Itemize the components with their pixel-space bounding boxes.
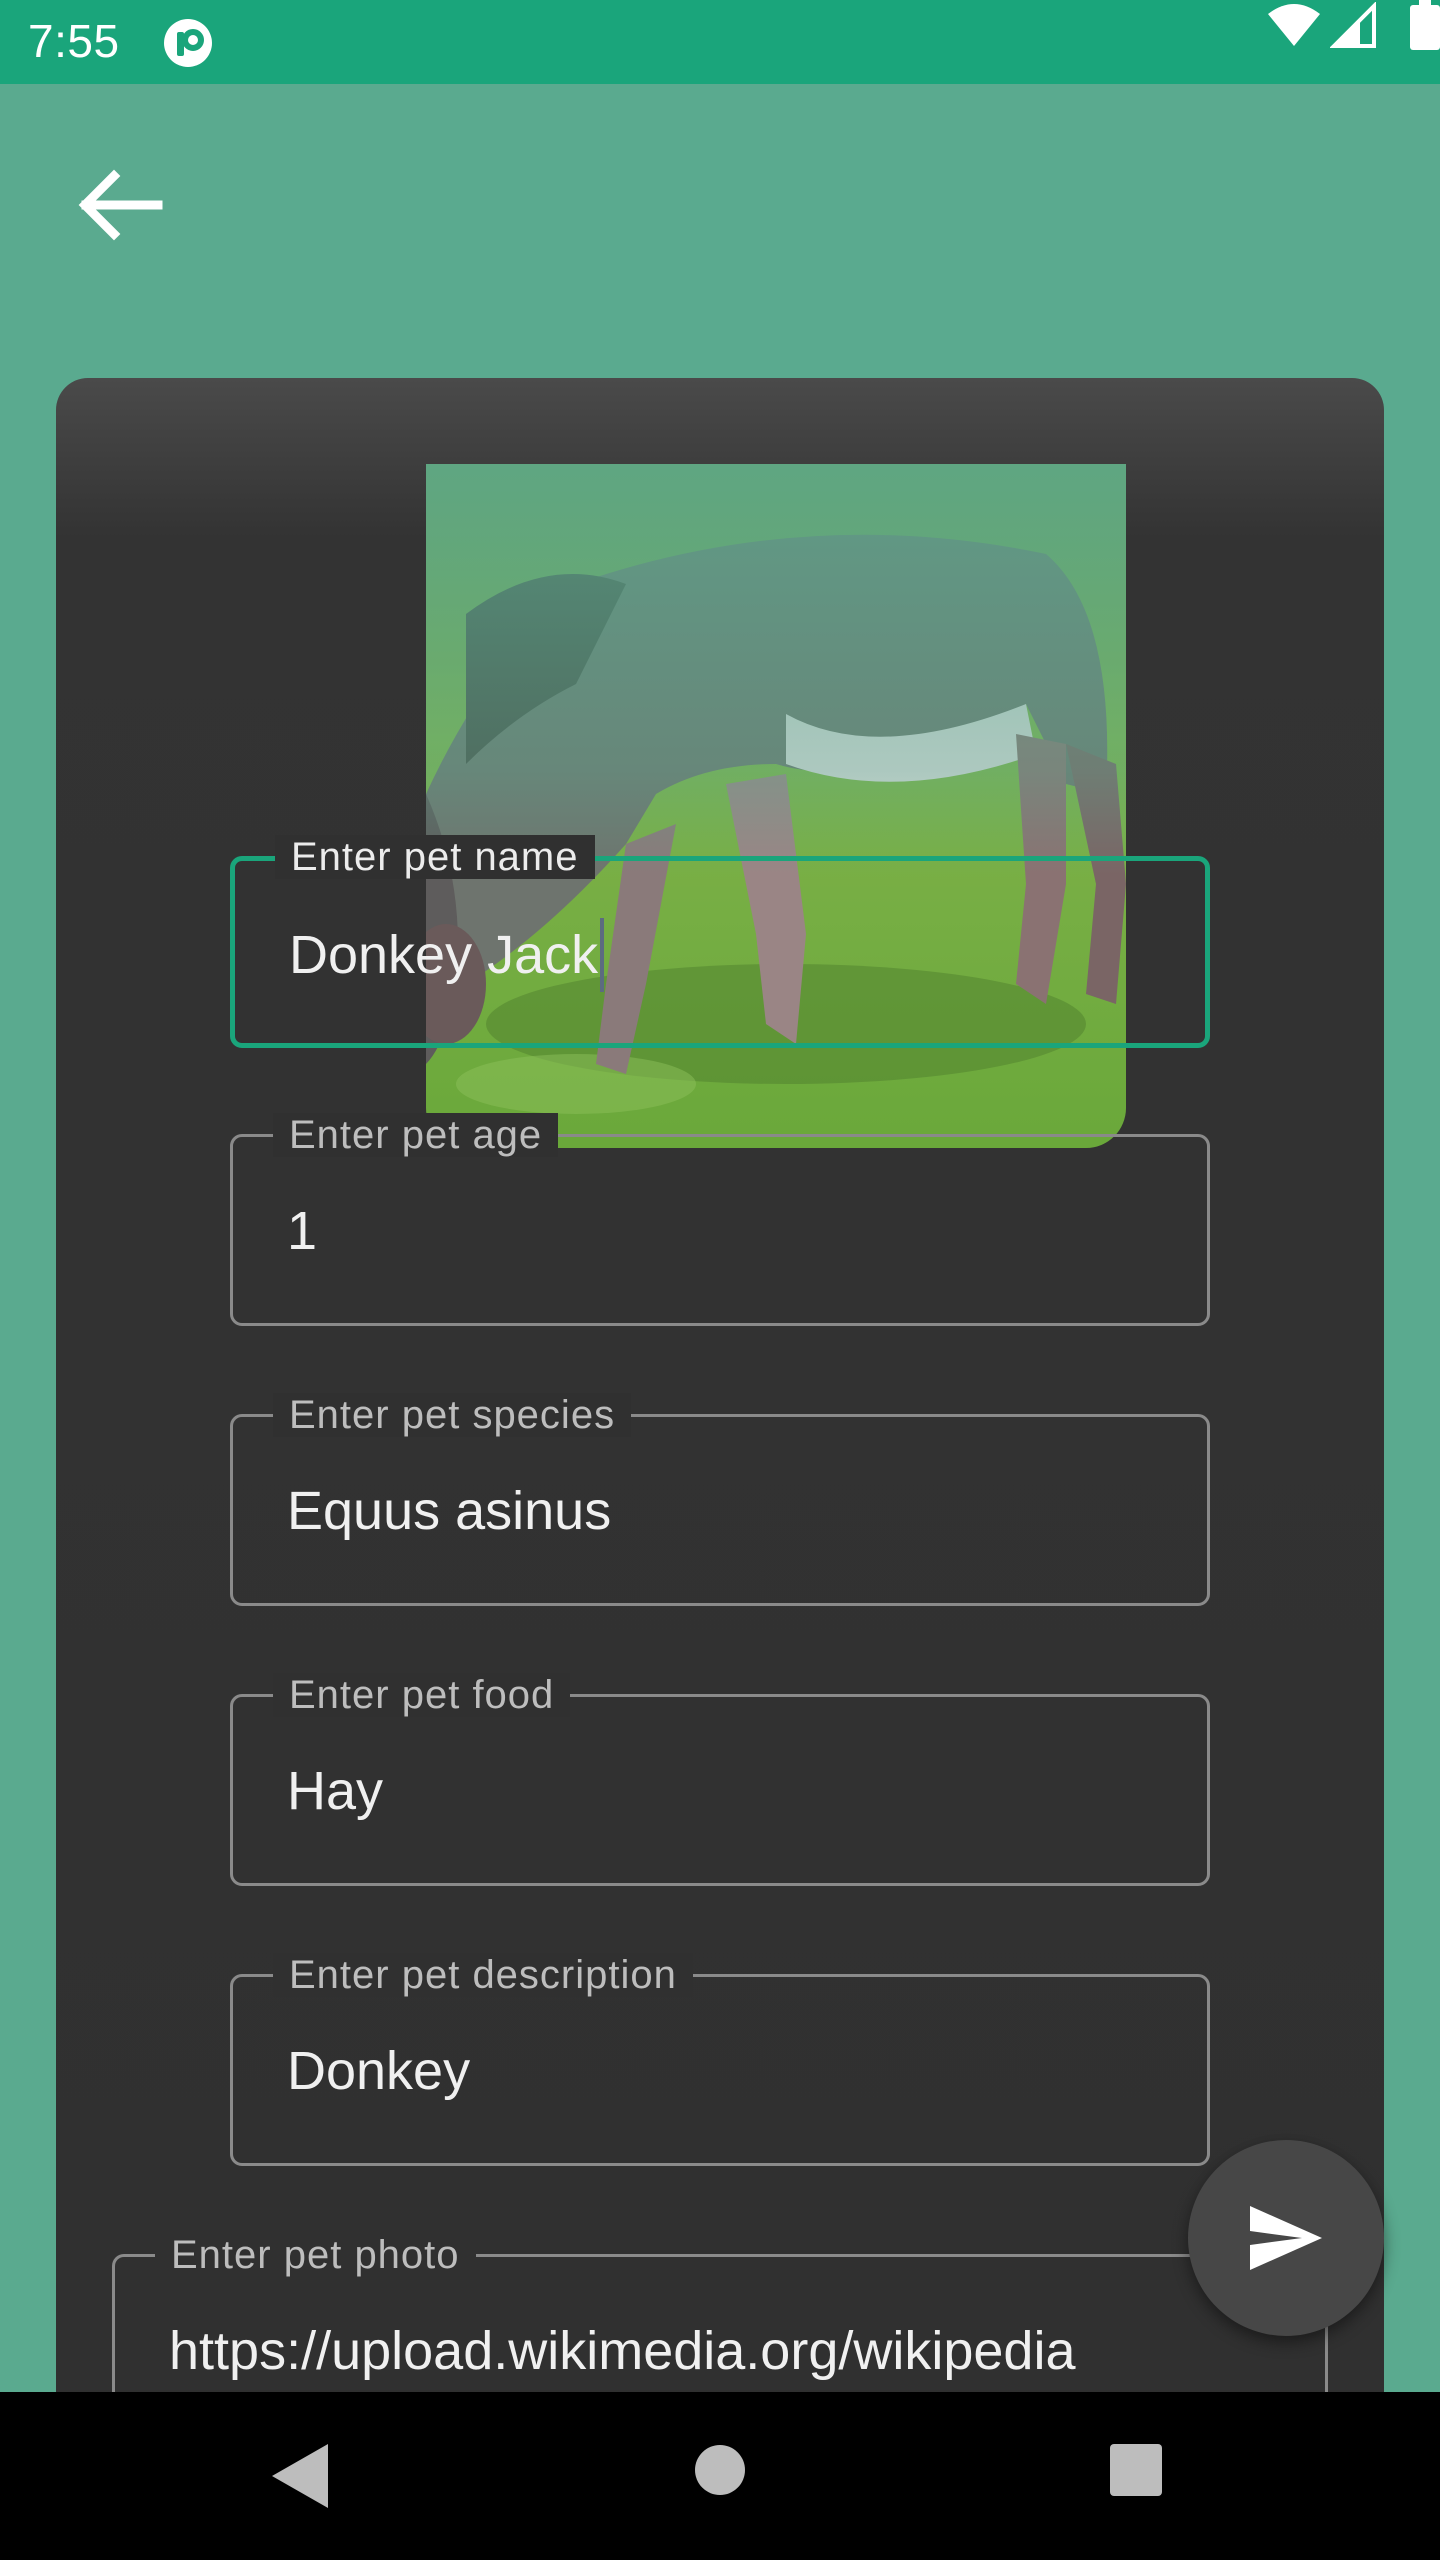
pet-age-label: Enter pet age [273,1113,559,1157]
pet-species-label: Enter pet species [273,1393,632,1437]
pet-species-field[interactable]: Enter pet species Equus asinus [230,1393,1210,1606]
submit-fab[interactable] [1188,2140,1384,2336]
nav-home-icon[interactable] [694,2444,746,2496]
pet-name-label: Enter pet name [275,835,595,879]
pet-name-text: Donkey Jack [289,925,599,985]
signal-icon [1330,2,1376,48]
pet-description-field[interactable]: Enter pet description Donkey [230,1953,1210,2166]
battery-icon [1410,0,1440,50]
back-button[interactable] [54,140,184,270]
wifi-icon [1268,4,1320,46]
pet-name-field[interactable]: Enter pet name Donkey Jack [230,835,1210,1048]
pet-food-value[interactable]: Hay [287,1759,383,1823]
status-bar: 7:55 [0,0,1440,84]
pet-age-field[interactable]: Enter pet age 1 [230,1113,1210,1326]
pet-species-value[interactable]: Equus asinus [287,1479,611,1543]
nav-back-icon[interactable] [268,2440,332,2512]
pet-name-value[interactable]: Donkey Jack [289,917,605,992]
navigation-bar [0,2392,1440,2560]
pet-photo-label: Enter pet photo [155,2233,476,2277]
pet-food-label: Enter pet food [273,1673,571,1717]
send-icon [1250,2206,1322,2270]
status-time: 7:55 [28,15,120,67]
pet-photo-value[interactable]: https://upload.wikimedia.org/wikipedia [169,2319,1075,2383]
pet-description-value[interactable]: Donkey [287,2039,470,2103]
pet-age-value[interactable]: 1 [287,1199,317,1263]
app-notification-icon [164,19,212,67]
pet-food-field[interactable]: Enter pet food Hay [230,1673,1210,1886]
arrow-left-icon [78,169,163,241]
text-cursor [600,917,605,992]
pet-description-label: Enter pet description [273,1953,693,1997]
nav-recents-icon[interactable] [1108,2442,1164,2498]
